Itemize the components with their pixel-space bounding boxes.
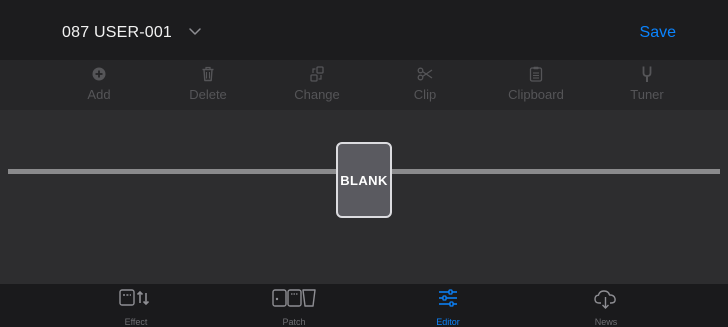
change-button[interactable]: Change <box>272 65 362 109</box>
tab-patch-label: Patch <box>282 317 306 327</box>
edit-toolbar: Add Delete Change Clip Clipboard Tuner <box>0 60 728 110</box>
clipboard-label: Clipboard <box>508 87 564 102</box>
blank-effect-slot[interactable]: BLANK <box>336 142 392 218</box>
tab-effect-label: Effect <box>124 317 148 327</box>
clipboard-icon <box>529 66 543 82</box>
patch-icon <box>272 289 316 307</box>
tab-news[interactable]: News <box>566 288 646 327</box>
add-label: Add <box>87 87 111 102</box>
clip-label: Clip <box>413 87 437 102</box>
delete-label: Delete <box>189 87 227 102</box>
patch-name[interactable]: 087 USER-001 <box>62 24 172 42</box>
add-button[interactable]: Add <box>54 65 144 109</box>
tuner-button[interactable]: Tuner <box>602 65 692 109</box>
clip-button[interactable]: Clip <box>380 65 470 109</box>
header-bar: 087 USER-001 Save <box>0 0 728 60</box>
tuning-fork-icon <box>642 66 652 82</box>
delete-button[interactable]: Delete <box>163 65 253 109</box>
save-button[interactable]: Save <box>640 24 676 42</box>
clipboard-button[interactable]: Clipboard <box>491 65 581 109</box>
chevron-down-icon[interactable] <box>188 27 202 37</box>
trash-icon <box>202 66 214 82</box>
editor-area: BLANK <box>0 110 728 284</box>
blank-slot-label: BLANK <box>340 172 388 188</box>
tab-news-label: News <box>594 317 618 327</box>
scissors-icon <box>417 67 433 81</box>
effect-icon <box>119 289 150 306</box>
tab-editor-label: Editor <box>436 317 460 327</box>
tab-patch[interactable]: Patch <box>254 288 334 327</box>
change-label: Change <box>294 87 340 102</box>
editor-sliders-icon <box>439 289 457 307</box>
swap-icon <box>310 66 324 82</box>
tuner-label: Tuner <box>630 87 664 102</box>
plus-circle-icon <box>92 67 106 81</box>
tab-effect[interactable]: Effect <box>96 288 176 327</box>
cloud-download-icon <box>594 290 616 309</box>
app-window: 087 USER-001 Save Add Delete Change Clip… <box>0 0 728 327</box>
tab-bar: Effect Patch Editor News <box>0 284 728 327</box>
tab-editor[interactable]: Editor <box>408 288 488 327</box>
